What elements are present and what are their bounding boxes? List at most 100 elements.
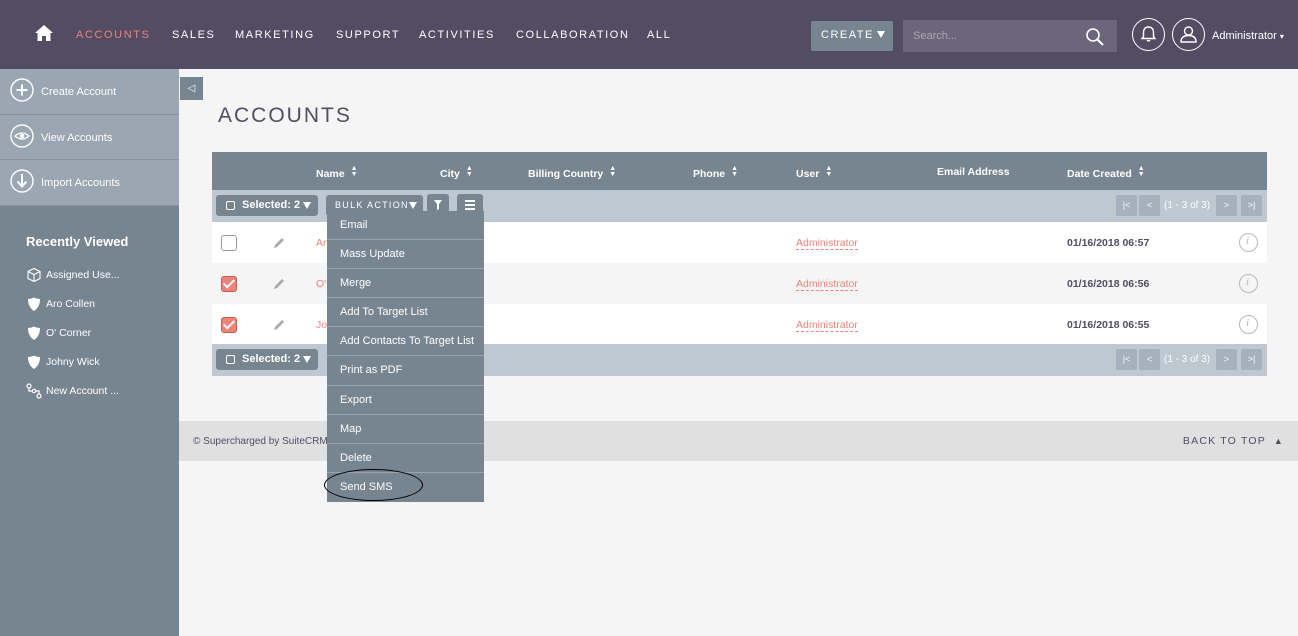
account-name-link[interactable]: Jo — [316, 319, 327, 331]
bell-icon — [1140, 25, 1156, 42]
column-header-city[interactable]: City ▲ ▼ — [440, 165, 473, 180]
recent-item-label: O' Corner — [46, 327, 92, 339]
sort-icon: ▲ ▼ — [465, 165, 473, 178]
shield-icon — [28, 297, 40, 311]
triangle-left-icon: ◁ — [187, 83, 196, 94]
home-icon[interactable] — [34, 24, 54, 42]
pencil-icon[interactable] — [272, 236, 286, 250]
nav-marketing[interactable]: MARKETING — [235, 29, 315, 41]
pencil-icon[interactable] — [272, 277, 286, 291]
menu-item-map[interactable]: Map — [327, 415, 484, 444]
sort-icon: ▲ ▼ — [1137, 165, 1145, 178]
last-page-button[interactable]: >| — [1241, 349, 1262, 370]
chevron-down-icon — [877, 31, 885, 38]
pagination-info: (1 - 3 of 3) — [1164, 200, 1211, 211]
plus-circle-icon — [10, 78, 34, 102]
nav-activities[interactable]: ACTIVITIES — [419, 29, 495, 41]
nav-accounts[interactable]: ACCOUNTS — [76, 29, 151, 41]
pencil-icon[interactable] — [272, 318, 286, 332]
nav-all[interactable]: ALL — [647, 29, 671, 41]
column-label: User — [796, 168, 820, 180]
create-button[interactable]: CREATE — [811, 21, 893, 51]
shield-icon — [28, 326, 40, 340]
caret-down-icon: ▾ — [1279, 32, 1284, 41]
page-title: ACCOUNTS — [218, 104, 352, 127]
notifications-button[interactable] — [1132, 18, 1165, 51]
row-checkbox[interactable] — [221, 235, 237, 251]
sort-icon: ▲ ▼ — [825, 165, 833, 178]
user-icon — [1179, 25, 1197, 43]
column-header-billing-country[interactable]: Billing Country ▲ ▼ — [528, 165, 616, 180]
user-menu-label[interactable]: Administrator ▾ — [1212, 30, 1284, 42]
row-checkbox[interactable] — [221, 317, 237, 333]
import-accounts-action[interactable]: Import Accounts — [0, 160, 179, 206]
column-label: Phone — [693, 168, 726, 180]
view-accounts-action[interactable]: View Accounts — [0, 115, 179, 160]
back-to-top-label: BACK TO TOP — [1182, 435, 1266, 447]
prev-page-button[interactable]: < — [1139, 349, 1160, 370]
first-page-button[interactable]: |< — [1116, 349, 1137, 370]
menu-item-delete[interactable]: Delete — [327, 444, 484, 473]
username-text: Administrator — [1212, 30, 1277, 42]
column-label: Date Created — [1067, 168, 1132, 180]
assigned-user-link[interactable]: Administrator — [796, 278, 858, 291]
date-created: 01/16/2018 06:56 — [1067, 278, 1150, 290]
selected-count: Selected: 2 — [242, 199, 301, 211]
back-to-top-link[interactable]: BACK TO TOP ▲ — [1183, 435, 1284, 447]
nav-collaboration[interactable]: COLLABORATION — [516, 29, 630, 41]
column-header-user[interactable]: User ▲ ▼ — [796, 165, 833, 180]
chevron-down-icon — [303, 202, 311, 209]
assigned-user-link[interactable]: Administrator — [796, 319, 858, 332]
menu-item-mass-update[interactable]: Mass Update — [327, 240, 484, 270]
menu-item-merge[interactable]: Merge — [327, 269, 484, 299]
menu-item-export[interactable]: Export — [327, 386, 484, 415]
column-header-phone[interactable]: Phone ▲ ▼ — [693, 165, 739, 180]
info-icon[interactable]: i — [1239, 274, 1258, 293]
selected-count: Selected: 2 — [242, 353, 301, 365]
table-header: Name ▲ ▼ City ▲ ▼ Billing Country ▲ ▼ Phone ▲ ▼ … — [212, 152, 1267, 190]
sidebar-collapse-button[interactable]: ◁ — [180, 77, 203, 100]
prev-page-button[interactable]: < — [1139, 195, 1160, 216]
search-icon[interactable] — [1085, 27, 1105, 47]
menu-item-add-contacts-to-target-list[interactable]: Add Contacts To Target List — [327, 327, 484, 357]
date-created: 01/16/2018 06:57 — [1067, 237, 1150, 249]
workflow-icon — [26, 383, 42, 399]
menu-item-print-as-pdf[interactable]: Print as PDF — [327, 356, 484, 386]
column-header-name[interactable]: Name ▲ ▼ — [316, 165, 358, 180]
user-menu-button[interactable] — [1172, 18, 1205, 51]
account-name-link[interactable]: O' — [316, 278, 326, 290]
recently-viewed-heading: Recently Viewed — [26, 234, 129, 249]
next-page-button[interactable]: > — [1216, 349, 1237, 370]
arrow-up-icon: ▲ — [1273, 436, 1284, 446]
recent-item-label: Assigned Use... — [46, 269, 120, 281]
create-account-action[interactable]: Create Account — [0, 69, 179, 115]
sidebar-actions: Create Account View Accounts Import Acco… — [0, 69, 179, 206]
recent-item-label: Aro Collen — [46, 298, 96, 310]
last-page-button[interactable]: >| — [1241, 195, 1262, 216]
checkbox-icon — [226, 201, 235, 210]
menu-item-send-sms[interactable]: Send SMS — [327, 473, 484, 502]
next-page-button[interactable]: > — [1216, 195, 1237, 216]
selected-dropdown[interactable]: Selected: 2 — [216, 349, 318, 370]
info-icon[interactable]: i — [1239, 315, 1258, 334]
view-accounts-label: View Accounts — [41, 131, 113, 144]
menu-item-email[interactable]: Email — [327, 211, 484, 241]
shield-icon — [28, 355, 40, 369]
column-label: City — [440, 168, 460, 180]
pagination-info: (1 - 3 of 3) — [1164, 354, 1211, 365]
first-page-button[interactable]: |< — [1116, 195, 1137, 216]
column-header-email: Email Address — [937, 166, 1010, 178]
column-label: Billing Country — [528, 168, 604, 180]
eye-circle-icon — [10, 123, 34, 148]
recent-item-label: Johny Wick — [46, 356, 100, 368]
assigned-user-link[interactable]: Administrator — [796, 237, 858, 250]
column-header-date-created[interactable]: Date Created ▲ ▼ — [1067, 165, 1145, 180]
row-checkbox[interactable] — [221, 276, 237, 292]
create-button-label: CREATE — [821, 29, 874, 41]
selected-dropdown[interactable]: Selected: 2 — [216, 195, 318, 216]
info-icon[interactable]: i — [1239, 233, 1258, 252]
menu-item-add-to-target-list[interactable]: Add To Target List — [327, 298, 484, 328]
nav-support[interactable]: SUPPORT — [336, 29, 400, 41]
sort-icon: ▲ ▼ — [731, 165, 739, 178]
nav-sales[interactable]: SALES — [172, 29, 215, 41]
